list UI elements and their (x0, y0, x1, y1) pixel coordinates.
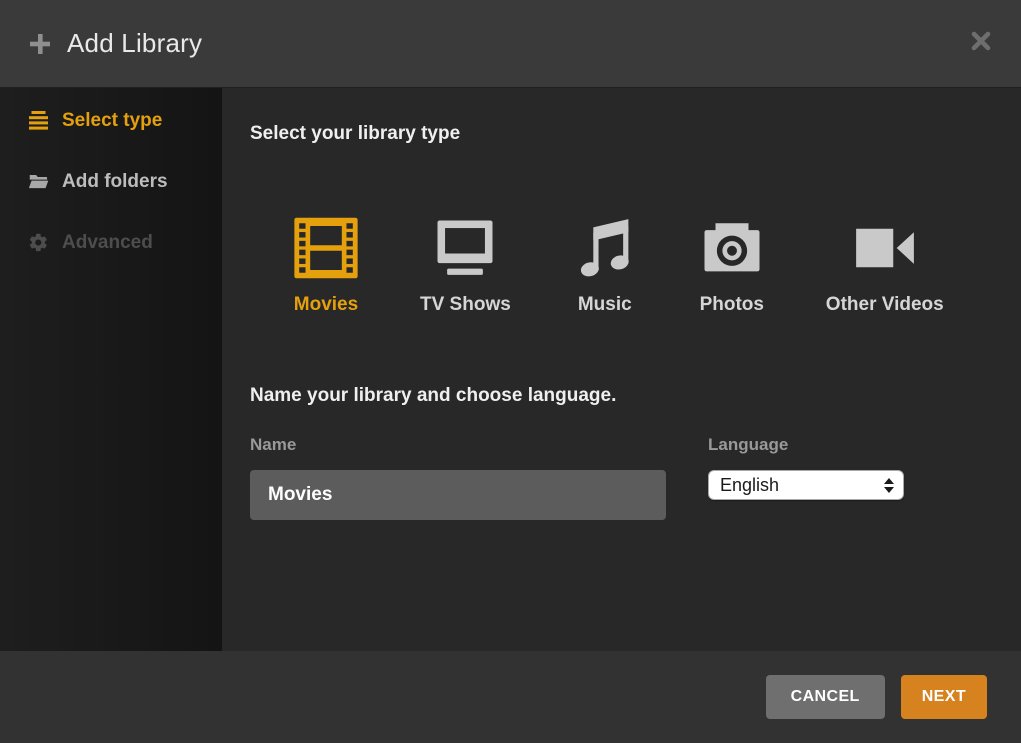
library-name-input[interactable] (250, 470, 666, 520)
type-tile-other-videos[interactable]: Other Videos (826, 215, 944, 317)
next-button[interactable]: NEXT (901, 675, 987, 719)
sidebar-item-select-type[interactable]: Select type (0, 90, 222, 151)
cancel-button[interactable]: CANCEL (766, 675, 885, 719)
folder-open-icon (28, 171, 49, 192)
wizard-steps-sidebar: Select type Add folders Advanced (0, 88, 222, 651)
type-tile-music[interactable]: Music (572, 215, 638, 317)
type-tile-movies[interactable]: Movies (293, 215, 359, 317)
name-language-fields: Name Language English (250, 435, 1021, 520)
type-label: Movies (294, 293, 358, 317)
type-label: Photos (700, 293, 764, 317)
music-note-icon (572, 215, 638, 281)
sidebar-item-advanced: Advanced (0, 212, 222, 273)
tv-icon (432, 215, 498, 281)
type-label: TV Shows (420, 293, 511, 317)
film-icon (293, 215, 359, 281)
sidebar-item-label: Advanced (62, 232, 153, 254)
name-field-label: Name (250, 435, 666, 455)
gear-icon (28, 232, 49, 253)
plus-icon (28, 32, 52, 56)
type-tile-photos[interactable]: Photos (699, 215, 765, 317)
dialog-titlebar: Add Library (0, 0, 1021, 88)
language-field-label: Language (708, 435, 904, 455)
type-label: Other Videos (826, 293, 944, 317)
type-label: Music (578, 293, 632, 317)
language-select[interactable]: English (708, 470, 904, 500)
dialog-footer: CANCEL NEXT (0, 651, 1021, 743)
name-language-heading: Name your library and choose language. (250, 383, 1021, 409)
video-camera-icon (852, 215, 918, 281)
sidebar-item-label: Add folders (62, 171, 168, 193)
dialog-title: Add Library (67, 28, 202, 59)
close-icon[interactable] (969, 29, 993, 53)
language-select-value: English (720, 475, 779, 496)
select-arrows-icon (884, 478, 894, 493)
library-type-picker: Movies TV Shows (293, 215, 1021, 317)
sidebar-item-label: Select type (62, 110, 162, 132)
camera-icon (699, 215, 765, 281)
sidebar-item-add-folders[interactable]: Add folders (0, 151, 222, 212)
main-panel: Select your library type Mo (222, 88, 1021, 651)
library-type-heading: Select your library type (250, 121, 1021, 147)
type-tile-tv-shows[interactable]: TV Shows (420, 215, 511, 317)
list-icon (28, 110, 49, 131)
